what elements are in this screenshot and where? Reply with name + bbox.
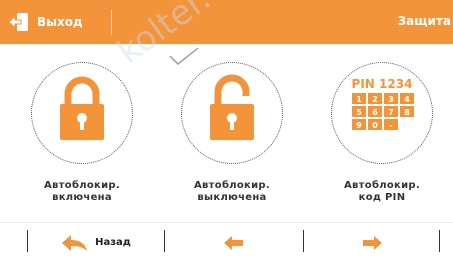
- option-autolock-off[interactable]: [181, 62, 283, 166]
- page-title: Защита: [397, 14, 451, 28]
- lock-closed-icon: [60, 76, 104, 140]
- exit-button[interactable]: Выход: [8, 7, 83, 37]
- keypad-key-label: -: [389, 121, 392, 130]
- keypad-key-label: 5: [356, 108, 362, 117]
- arrow-left-icon: [224, 235, 243, 250]
- back-button[interactable]: Назад: [28, 223, 164, 262]
- pin-keypad-icon: PIN 1234 1 2 3 4 5 6 7 8 9 0 -: [352, 77, 414, 130]
- option-autolock-pin[interactable]: PIN 1234 1 2 3 4 5 6 7 8 9 0 -: [331, 62, 433, 166]
- arrow-right-icon: [363, 235, 382, 250]
- pin-title: PIN 1234: [352, 77, 413, 91]
- keypad-key-label: 6: [372, 108, 378, 117]
- keypad-key-label: 7: [388, 108, 394, 117]
- keypad-key-label: 1: [356, 95, 362, 104]
- exit-label: Выход: [37, 15, 83, 29]
- lock-open-icon: [210, 74, 254, 140]
- footer-divider: [303, 230, 304, 252]
- footer-divider: [164, 230, 165, 252]
- header-divider: [111, 10, 112, 35]
- keypad-key-label: 2: [372, 95, 378, 104]
- back-label: Назад: [95, 237, 131, 248]
- exit-icon: [8, 13, 28, 31]
- previous-button[interactable]: [165, 223, 303, 262]
- keypad-key-label: 4: [404, 95, 410, 104]
- option-autolock-on[interactable]: [31, 62, 133, 166]
- footer-divider: [27, 230, 28, 252]
- option-label: Автоблокир. код PIN: [344, 180, 420, 203]
- keypad-key-label: 0: [372, 121, 378, 130]
- option-label: Автоблокир. выключена: [194, 180, 270, 203]
- back-arrow-icon: [62, 234, 88, 251]
- footer-bar: Назад: [0, 222, 453, 262]
- next-button[interactable]: [304, 223, 440, 262]
- option-label: Автоблокир. включена: [44, 180, 120, 203]
- keypad-key-label: 3: [388, 95, 394, 104]
- keypad-key-label: 9: [356, 121, 362, 130]
- footer-divider: [439, 230, 440, 252]
- keypad-key-label: 8: [404, 108, 410, 117]
- header-bar: Выход Защита: [0, 0, 453, 44]
